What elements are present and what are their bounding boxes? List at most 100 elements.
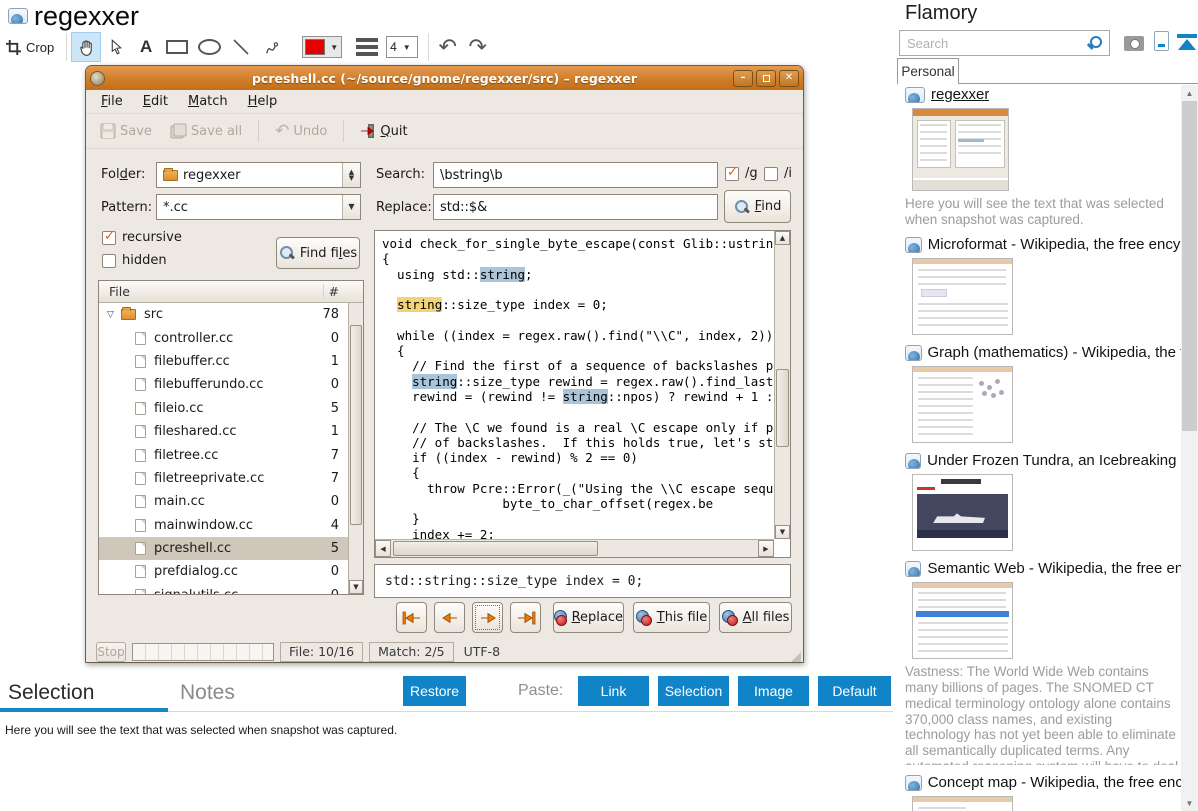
redo-button[interactable]: ↷ — [463, 32, 493, 62]
paste-image-button[interactable]: Image — [738, 676, 809, 706]
snapshot-thumbnail[interactable] — [912, 582, 1013, 660]
tab-personal[interactable]: Personal — [897, 58, 959, 84]
scroll-down-icon[interactable]: ▼ — [1181, 795, 1198, 811]
snapshot-thumbnail[interactable] — [912, 474, 1013, 552]
window-titlebar[interactable]: pcreshell.cc (~/source/gnome/regexxer/sr… — [86, 66, 803, 90]
file-row[interactable]: filebufferundo.cc 0 — [99, 373, 348, 396]
file-row[interactable]: prefdialog.cc 0 — [99, 560, 348, 583]
snapshot-title[interactable]: Semantic Web - Wikipedia, the free encyc… — [927, 560, 1181, 577]
snapshot-title[interactable]: Microformat - Wikipedia, the free encycl… — [928, 236, 1181, 253]
camera-icon[interactable] — [1124, 36, 1144, 51]
paste-link-button[interactable]: Link — [578, 676, 649, 706]
replace-this-file-button[interactable]: This file — [633, 602, 710, 633]
note-icon[interactable] — [1154, 31, 1169, 51]
first-match-button[interactable] — [396, 602, 427, 633]
find-button[interactable]: Find — [724, 190, 791, 223]
text-tool-button[interactable]: A — [131, 32, 161, 62]
menu-file[interactable]: File — [92, 92, 132, 111]
tab-notes[interactable]: Notes — [180, 681, 235, 705]
undo-edit-button[interactable]: ↶ Undo — [269, 120, 333, 143]
scrollbar-thumb[interactable] — [393, 541, 598, 556]
snapshot-thumbnail[interactable] — [912, 796, 1013, 811]
scroll-up-icon[interactable]: ▲ — [1181, 85, 1198, 101]
stop-button[interactable]: Stop — [96, 641, 126, 662]
size-dropdown[interactable]: 4 ▼ — [386, 36, 418, 58]
prev-match-button[interactable] — [434, 602, 465, 633]
minimize-button[interactable]: – — [733, 69, 753, 87]
scroll-left-button[interactable]: ◀ — [375, 540, 391, 557]
spin-buttons[interactable]: ▲ ▼ — [342, 163, 360, 187]
line-tool-button[interactable] — [226, 32, 256, 62]
snapshot-title[interactable]: Under Frozen Tundra, an Icebreaking Ship… — [927, 452, 1181, 469]
snapshot-thumbnail[interactable] — [912, 258, 1013, 336]
recursive-checkbox[interactable]: recursive — [102, 229, 182, 245]
hidden-checkbox[interactable]: hidden — [102, 253, 167, 268]
menu-match[interactable]: Match — [179, 92, 237, 111]
folder-combo[interactable]: regexxer ▲ ▼ — [156, 162, 361, 188]
file-row[interactable]: mainwindow.cc 4 — [99, 514, 348, 537]
file-row[interactable]: pcreshell.cc 5 — [99, 536, 348, 561]
snapshot-thumbnail[interactable] — [912, 108, 1009, 191]
code-view[interactable]: void check_for_single_byte_escape(const … — [374, 230, 791, 558]
file-row[interactable]: fileshared.cc 1 — [99, 420, 348, 443]
scroll-down-button[interactable]: ▼ — [349, 580, 363, 594]
save-all-button[interactable]: Save all — [164, 120, 248, 142]
scrollbar-thumb[interactable] — [1182, 101, 1197, 431]
file-row[interactable]: fileio.cc 5 — [99, 397, 348, 420]
rectangle-tool-button[interactable] — [161, 32, 193, 62]
scrollbar-thumb[interactable] — [350, 325, 362, 525]
file-row[interactable]: filebuffer.cc 1 — [99, 350, 348, 373]
scroll-up-button[interactable]: ▲ — [775, 231, 790, 245]
replace-input[interactable] — [433, 194, 718, 220]
crop-button[interactable]: Crop — [0, 32, 62, 62]
paste-default-button[interactable]: Default — [818, 676, 891, 706]
scroll-down-button[interactable]: ▼ — [775, 525, 790, 539]
search-icon[interactable] — [1087, 36, 1102, 51]
quit-button[interactable]: Quit — [354, 120, 413, 142]
tab-selection[interactable]: Selection — [8, 681, 94, 705]
close-button[interactable]: ✕ — [779, 69, 799, 87]
select-tool-button[interactable] — [101, 32, 131, 62]
file-row[interactable]: controller.cc 0 — [99, 326, 348, 349]
next-match-button[interactable] — [472, 602, 503, 633]
snapshot-title[interactable]: Concept map - Wikipedia, the free encycl… — [928, 774, 1181, 791]
snapshot-title[interactable]: regexxer — [931, 86, 989, 103]
thickness-button[interactable] — [352, 32, 382, 62]
save-button[interactable]: Save — [94, 120, 158, 142]
find-files-button[interactable]: Find files — [276, 237, 360, 269]
scrollbar-thumb[interactable] — [776, 369, 789, 447]
maximize-button[interactable] — [756, 69, 776, 87]
color-picker[interactable]: ▼ — [302, 36, 343, 58]
restore-button[interactable]: Restore — [403, 676, 466, 706]
paste-selection-button[interactable]: Selection — [658, 676, 729, 706]
file-row[interactable]: ▽ src 78 — [99, 303, 348, 326]
file-list-header[interactable]: File # — [99, 281, 363, 303]
scroll-right-button[interactable]: ▶ — [758, 540, 774, 557]
snapshot-thumbnail[interactable] — [912, 366, 1013, 444]
sidebar-scrollbar[interactable]: ▲ ▼ — [1181, 85, 1198, 811]
snapshot-title[interactable]: Graph (mathematics) - Wikipedia, the fre… — [928, 344, 1181, 361]
ellipse-tool-button[interactable] — [193, 32, 226, 62]
pattern-combo[interactable]: *.cc ▼ — [156, 194, 361, 220]
dropdown-arrow[interactable]: ▼ — [342, 195, 360, 219]
file-list-scrollbar[interactable]: ▼ — [348, 303, 363, 594]
file-row[interactable]: filetreeprivate.cc 7 — [99, 467, 348, 490]
last-match-button[interactable] — [510, 602, 541, 633]
flag-i-checkbox[interactable]: /i — [764, 166, 792, 181]
menu-edit[interactable]: Edit — [134, 92, 177, 111]
file-row[interactable]: filetree.cc 7 — [99, 443, 348, 466]
pan-tool-button[interactable] — [71, 32, 102, 62]
replace-all-files-button[interactable]: All files — [719, 602, 792, 633]
file-row[interactable]: signalutils.cc 0 — [99, 584, 348, 594]
menu-help[interactable]: Help — [239, 92, 287, 111]
flag-g-checkbox[interactable]: /g — [725, 165, 758, 181]
freehand-tool-button[interactable] — [256, 32, 288, 62]
code-vscrollbar[interactable]: ▲ ▼ — [774, 231, 790, 539]
replace-button[interactable]: Replace — [553, 602, 624, 633]
flamory-logo-icon[interactable] — [1177, 34, 1197, 50]
search-input[interactable] — [433, 162, 718, 188]
file-row[interactable]: main.cc 0 — [99, 490, 348, 513]
search-input[interactable] — [899, 30, 1110, 56]
code-hscrollbar[interactable]: ◀ ▶ — [375, 539, 774, 557]
expander-icon[interactable]: ▽ — [107, 310, 121, 320]
